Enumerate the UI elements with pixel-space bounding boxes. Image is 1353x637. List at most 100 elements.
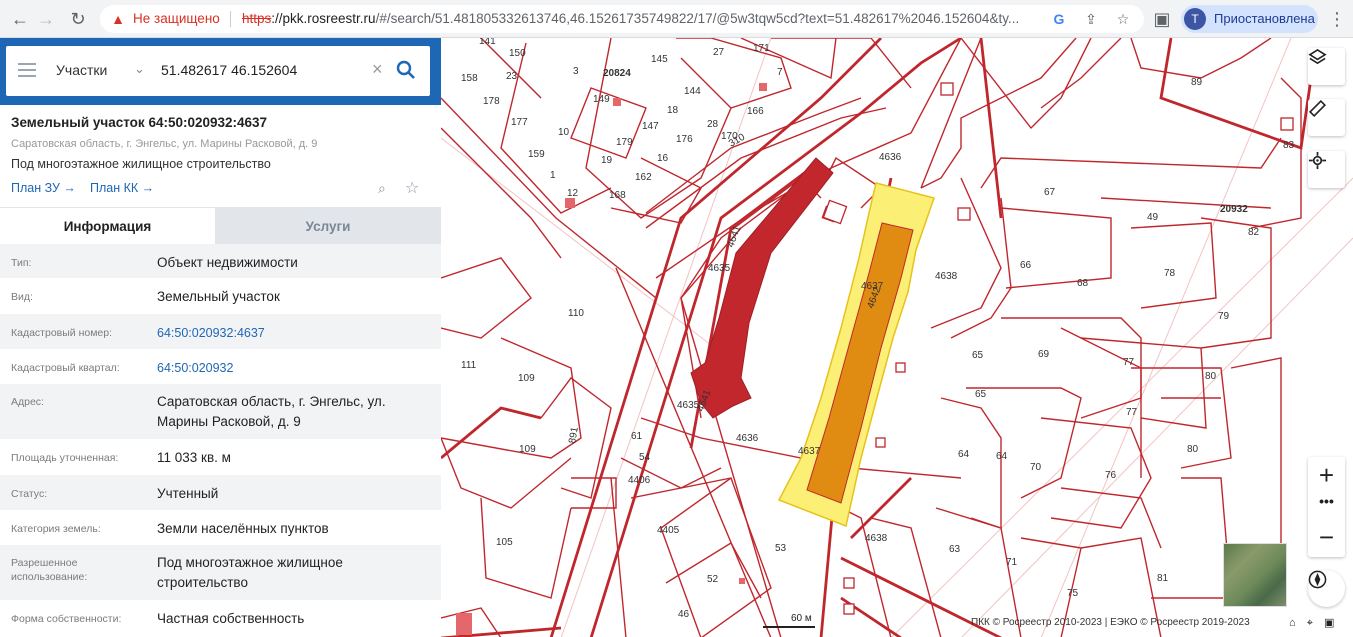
url-text[interactable]: https://pkk.rosreestr.ru/#/search/51.481…: [242, 11, 1042, 26]
parcel-number-label: 171: [753, 43, 770, 54]
parcel-number-label: 178: [483, 96, 500, 107]
parcel-number-label: 81: [1157, 573, 1169, 584]
info-key: Статус:: [11, 488, 48, 500]
zoom-out-button[interactable]: −: [1308, 520, 1345, 557]
print-icon[interactable]: ▣: [1324, 617, 1334, 629]
info-key: Тип:: [11, 257, 32, 269]
favorite-star-icon[interactable]: ☆: [405, 178, 419, 198]
info-row: Кадастровый номер: 64:50:020932:4637: [0, 314, 441, 349]
basemap-switcher[interactable]: [1223, 543, 1287, 607]
parcel-number-label: 65: [972, 350, 984, 361]
search-type-select[interactable]: Участки: [56, 62, 107, 78]
parcel-use: Под многоэтажное жилищное строительство: [11, 157, 271, 171]
info-value: Саратовская область, г. Энгельс, ул. Мар…: [157, 394, 386, 429]
layers-button[interactable]: [1308, 48, 1345, 85]
search-box: Участки ⌄ 51.482617 46.152604 ×: [6, 46, 430, 96]
compass-button[interactable]: [1308, 570, 1345, 607]
parcel-number-label: 76: [1105, 470, 1117, 481]
parcel-number-label: 89: [1191, 77, 1203, 88]
parcel-number-label: 27: [713, 47, 725, 58]
profile-chip[interactable]: T Приостановлена: [1181, 5, 1318, 33]
info-value: 11 033 кв. м: [157, 450, 231, 465]
copyright: ПКК © Росреестр 2010-2023 | ЕЭКО © Росре…: [971, 617, 1250, 628]
parcel-number-label: 176: [676, 134, 693, 145]
info-row: Форма собственности: Частная собственнос…: [0, 600, 441, 637]
parcel-number-label: 891: [567, 426, 581, 445]
measure-button[interactable]: [1308, 99, 1345, 136]
tab-info[interactable]: Информация: [0, 208, 215, 245]
forward-icon[interactable]: →: [34, 7, 58, 31]
sidepanel-icon[interactable]: ▣: [1150, 7, 1174, 31]
google-icon[interactable]: G: [1050, 10, 1068, 28]
parcel-number-label: 79: [1218, 311, 1230, 322]
zoom-more-button[interactable]: •••: [1308, 494, 1345, 514]
menu-icon[interactable]: [18, 63, 36, 77]
tab-services[interactable]: Услуги: [215, 208, 441, 245]
highlighted-parcel[interactable]: [777, 182, 935, 528]
cadastral-map[interactable]: 141 150 3 20824 145 27 171 7 158 23 149 89 178 18 144 1…: [441, 38, 1353, 637]
more-menu-icon[interactable]: ⋮: [1327, 7, 1347, 31]
parcel-number-label: 3: [573, 66, 579, 77]
home-icon[interactable]: ⌂: [1289, 617, 1296, 629]
bookmark-star-icon[interactable]: ☆: [1114, 10, 1132, 28]
parcel-number-label: 80: [1187, 444, 1199, 455]
parcel-number-label: 20824: [603, 68, 631, 79]
reload-icon[interactable]: ↻: [66, 7, 90, 31]
zoom-in-button[interactable]: +: [1308, 457, 1345, 494]
plan-kk-link[interactable]: План КК →: [90, 181, 154, 195]
scale-bar: 60 м: [763, 613, 833, 629]
locate-button[interactable]: [1308, 151, 1345, 188]
search-icon[interactable]: [394, 58, 418, 82]
avatar: T: [1184, 8, 1206, 30]
info-value: Под многоэтажное жилищное строительство: [157, 555, 343, 590]
parcel-number-label: 46: [678, 609, 690, 620]
share-icon[interactable]: ⇪: [1082, 10, 1100, 28]
back-icon[interactable]: ←: [8, 7, 32, 31]
parcel-number-label: 77: [1126, 407, 1138, 418]
chevron-down-icon[interactable]: ⌄: [134, 61, 145, 77]
info-key: Разрешенное использование:: [11, 557, 88, 583]
locate-on-map-icon[interactable]: ⌕: [378, 180, 386, 197]
parcel-number-label: 61: [631, 431, 643, 442]
parcel-number-label: 12: [567, 188, 579, 199]
info-row: Кадастровый квартал: 64:50:020932: [0, 349, 441, 384]
parcel-number-label: 177: [511, 117, 528, 128]
parcel-number-label: 53: [775, 543, 787, 554]
info-row: Разрешенное использование: Под многоэтаж…: [0, 545, 441, 600]
cadastral-map-canvas[interactable]: 1411503 2082414527 1717158 2314989178181441…: [441, 38, 1353, 637]
parcel-number-label: 4406: [628, 475, 651, 486]
info-key: Кадастровый номер:: [11, 327, 113, 339]
map-footer-icons: ⌂ ⌖ ▣: [1289, 616, 1334, 630]
parcel-number-label: 19: [601, 155, 613, 166]
parcel-number-label: 4635: [708, 263, 731, 274]
search-input[interactable]: 51.482617 46.152604: [161, 62, 297, 78]
parcel-number-label: 145: [651, 54, 668, 65]
info-row: Адрес: Саратовская область, г. Энгельс, …: [0, 384, 441, 439]
plan-zu-link[interactable]: План ЗУ →: [11, 181, 76, 195]
pin-icon[interactable]: ⌖: [1307, 617, 1313, 629]
parcel-address: Саратовская область, г. Энгельс, ул. Мар…: [11, 138, 318, 150]
parcel-number-label: 4638: [935, 271, 958, 282]
info-key: Категория земель:: [11, 523, 101, 535]
cadastral-number-link[interactable]: 64:50:020932:4637: [157, 323, 437, 343]
parcel-number-label: 10: [558, 127, 570, 138]
browser-toolbar: ← → ↻ ▲ Не защищено https://pkk.rosreest…: [0, 0, 1353, 38]
clear-icon[interactable]: ×: [372, 59, 383, 80]
small-buildings: [745, 82, 1294, 615]
cadastral-quarter-link[interactable]: 64:50:020932: [157, 358, 437, 378]
info-row: Тип: Объект недвижимости: [0, 244, 441, 278]
parcel-number-label: 65: [975, 389, 987, 400]
profile-status: Приостановлена: [1214, 11, 1315, 26]
scale-line: [763, 626, 815, 628]
info-value: Частная собственность: [157, 611, 305, 626]
info-row: Статус: Учтенный: [0, 475, 441, 510]
info-key: Форма собственности:: [11, 613, 122, 625]
parcel-number-label: 18: [667, 105, 679, 116]
parcel-number-label: 75: [1067, 588, 1079, 599]
parcel-number-label: 80: [1205, 371, 1217, 382]
parcel-number-label: 4637: [798, 446, 821, 457]
info-panel: Участки ⌄ 51.482617 46.152604 × Земельны…: [0, 38, 441, 637]
ruler-icon: [1308, 99, 1327, 118]
parcel-number-label: 28: [707, 119, 719, 130]
address-bar[interactable]: ▲ Не защищено https://pkk.rosreestr.ru/#…: [100, 5, 1144, 33]
